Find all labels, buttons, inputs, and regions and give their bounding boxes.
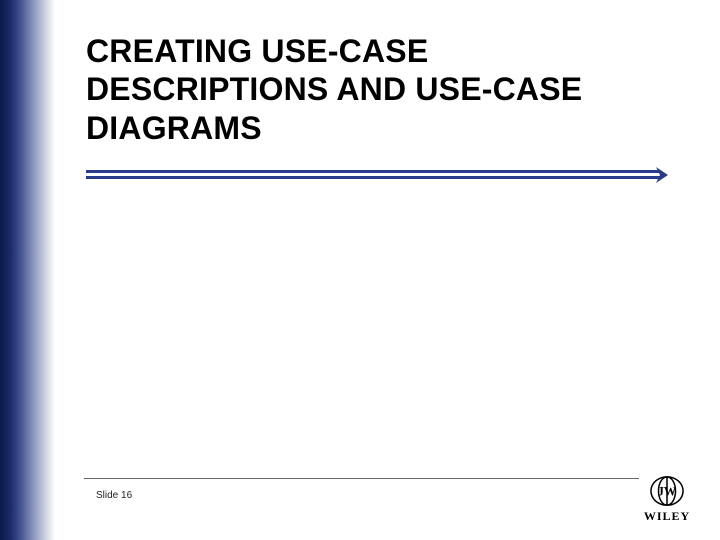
brand-name: WILEY bbox=[644, 509, 690, 524]
slide-container: CREATING USE-CASE DESCRIPTIONS AND USE-C… bbox=[0, 0, 720, 540]
underline-bar-top bbox=[86, 170, 660, 173]
footer-divider bbox=[84, 478, 639, 479]
arrow-right-icon bbox=[654, 165, 672, 185]
underline-bar-bottom bbox=[86, 176, 660, 179]
left-gradient-decoration bbox=[0, 0, 55, 540]
slide-title: CREATING USE-CASE DESCRIPTIONS AND USE-C… bbox=[86, 32, 656, 147]
wiley-logo-icon: JW bbox=[648, 474, 686, 508]
slide-number: Slide 16 bbox=[96, 490, 132, 501]
brand-logo: JW WILEY bbox=[636, 474, 698, 524]
svg-text:JW: JW bbox=[658, 485, 677, 499]
title-underline bbox=[86, 170, 668, 194]
